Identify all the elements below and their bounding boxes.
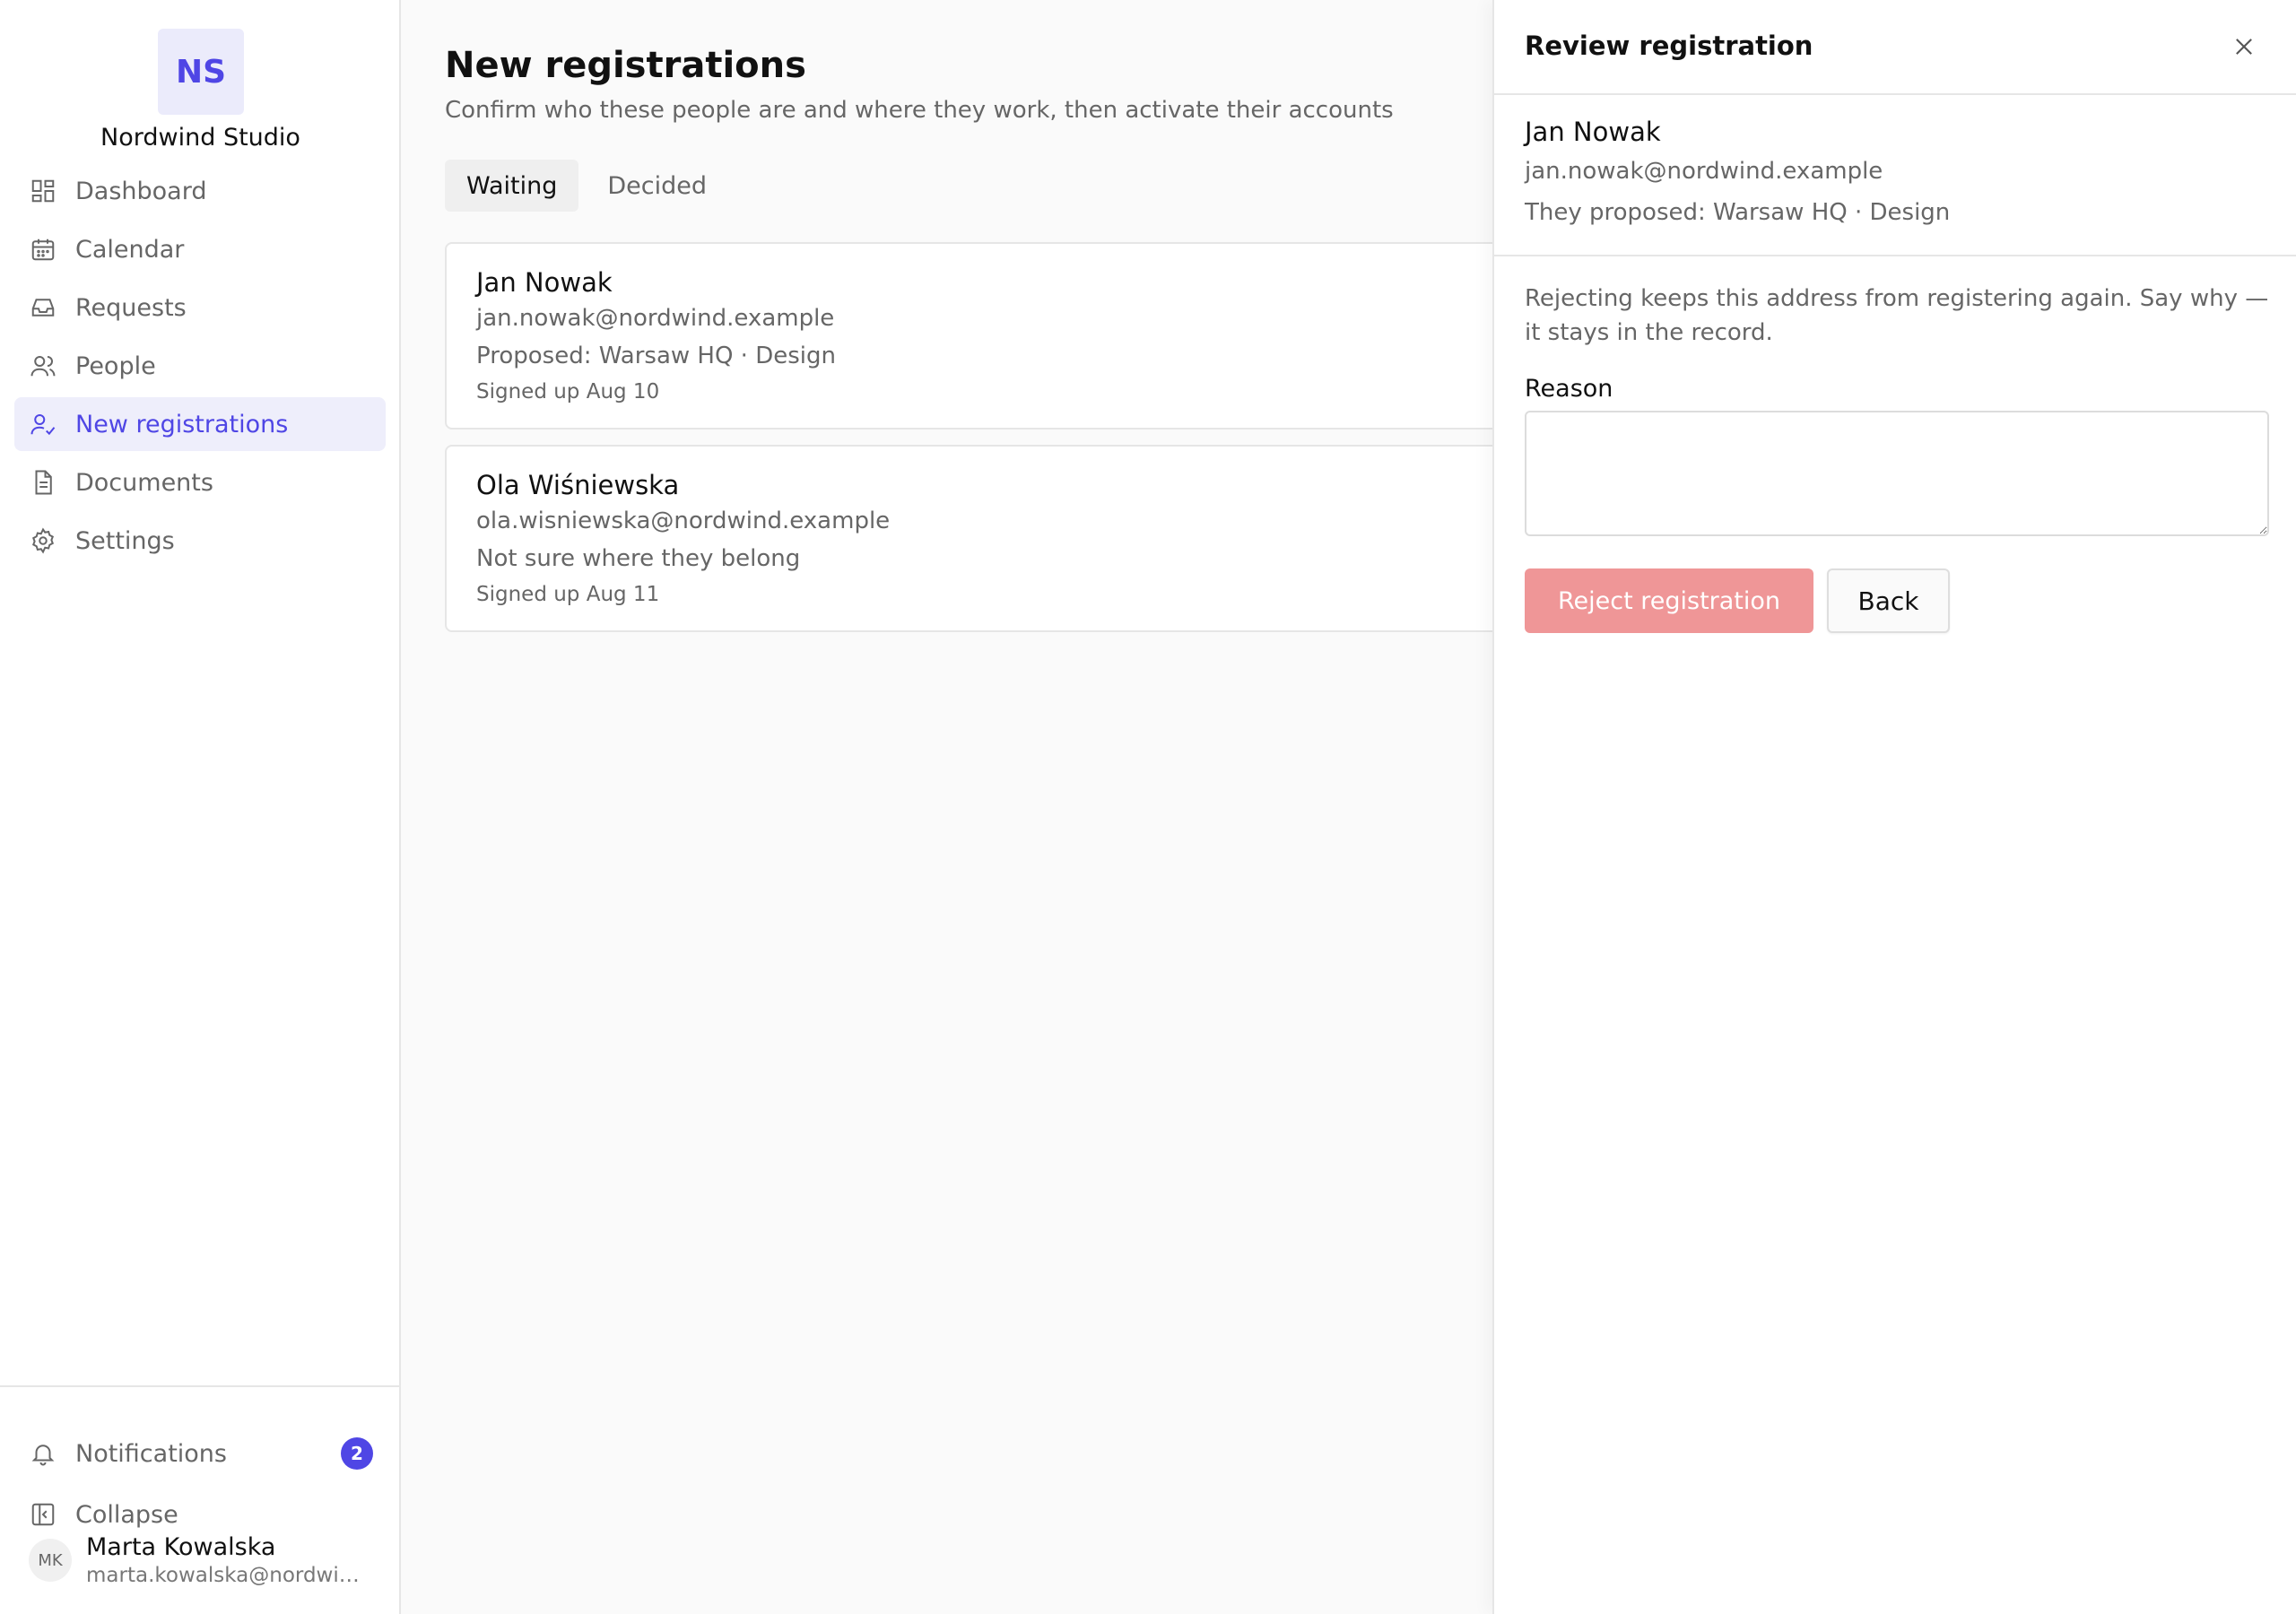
sidebar: NS Nordwind Studio Dashboard Calendar Re…	[0, 0, 401, 1614]
document-icon	[29, 468, 57, 497]
collapse-label: Collapse	[75, 1500, 178, 1529]
sidebar-item-requests[interactable]: Requests	[14, 281, 386, 334]
registration-summary: Jan Nowak jan.nowak@nordwind.example The…	[1494, 95, 2296, 256]
sidebar-item-label: People	[75, 351, 156, 380]
sidebar-item-calendar[interactable]: Calendar	[14, 222, 386, 276]
bell-icon	[29, 1439, 57, 1468]
registration-card[interactable]: Ola Wiśniewska ola.wisniewska@nordwind.e…	[445, 445, 1521, 632]
drawer-header: Review registration	[1494, 0, 2296, 95]
reason-label: Reason	[1525, 375, 1613, 403]
close-icon	[2236, 39, 2252, 55]
reject-warning: Rejecting keeps this address from regist…	[1525, 285, 2269, 346]
tab-waiting[interactable]: Waiting	[445, 160, 579, 212]
current-user[interactable]: MK Marta Kowalska marta.kowalska@nordwin…	[29, 1529, 373, 1592]
sidebar-item-label: Requests	[75, 293, 187, 322]
summary-name: Jan Nowak	[1525, 117, 1661, 147]
user-info: Marta Kowalska marta.kowalska@nordwind.e…	[86, 1532, 364, 1588]
drawer-title: Review registration	[1525, 30, 1813, 61]
notifications-label: Notifications	[75, 1439, 227, 1468]
sidebar-item-documents[interactable]: Documents	[14, 456, 386, 509]
main-content: New registrations Confirm who these peop…	[403, 0, 1521, 1614]
registration-email: jan.nowak@nordwind.example	[476, 305, 835, 332]
reject-registration-button[interactable]: Reject registration	[1525, 568, 1813, 633]
sidebar-item-label: New registrations	[75, 410, 289, 438]
sidebar-item-label: Documents	[75, 468, 213, 497]
summary-proposal: They proposed: Warsaw HQ · Design	[1525, 199, 1951, 226]
registration-email: ola.wisniewska@nordwind.example	[476, 508, 891, 534]
app-root: NS Nordwind Studio Dashboard Calendar Re…	[0, 0, 2296, 1614]
tabs: Waiting Decided	[445, 160, 735, 212]
notifications-badge: 2	[341, 1437, 373, 1470]
brand-logo: NS	[158, 29, 244, 115]
dashboard-icon	[29, 177, 57, 205]
summary-email: jan.nowak@nordwind.example	[1525, 158, 1883, 185]
user-name: Marta Kowalska	[86, 1533, 276, 1561]
sidebar-nav: Dashboard Calendar Requests People New r…	[14, 164, 386, 572]
registration-name: Jan Nowak	[476, 267, 613, 298]
people-icon	[29, 351, 57, 380]
sidebar-item-label: Dashboard	[75, 177, 207, 205]
notifications-button[interactable]: Notifications 2	[29, 1427, 373, 1480]
registration-name: Ola Wiśniewska	[476, 470, 680, 500]
calendar-icon	[29, 235, 57, 264]
page-subtitle: Confirm who these people are and where t…	[445, 97, 1394, 124]
sidebar-item-settings[interactable]: Settings	[14, 514, 386, 568]
sidebar-item-new-registrations[interactable]: New registrations	[14, 397, 386, 451]
sidebar-item-people[interactable]: People	[14, 339, 386, 393]
sidebar-item-label: Settings	[75, 526, 175, 555]
collapse-icon	[29, 1500, 57, 1529]
user-check-icon	[29, 410, 57, 438]
avatar: MK	[29, 1539, 72, 1582]
close-button[interactable]	[2226, 29, 2262, 65]
brand-name: Nordwind Studio	[100, 124, 300, 152]
review-drawer: Review registration Jan Nowak jan.nowak@…	[1492, 0, 2296, 1614]
inbox-icon	[29, 293, 57, 322]
back-button[interactable]: Back	[1827, 568, 1950, 633]
page-title: New registrations	[445, 45, 806, 86]
registration-signed-up: Signed up Aug 11	[476, 583, 660, 606]
sidebar-item-label: Calendar	[75, 235, 185, 264]
tab-decided[interactable]: Decided	[586, 160, 728, 212]
registration-proposal: Not sure where they belong	[476, 545, 801, 572]
sidebar-item-dashboard[interactable]: Dashboard	[14, 164, 386, 218]
gear-icon	[29, 526, 57, 555]
registration-proposal: Proposed: Warsaw HQ · Design	[476, 343, 836, 369]
registration-card[interactable]: Jan Nowak jan.nowak@nordwind.example Pro…	[445, 242, 1521, 430]
reason-input[interactable]	[1525, 411, 2269, 536]
user-email: marta.kowalska@nordwind.example	[86, 1564, 364, 1587]
registration-signed-up: Signed up Aug 10	[476, 380, 660, 404]
